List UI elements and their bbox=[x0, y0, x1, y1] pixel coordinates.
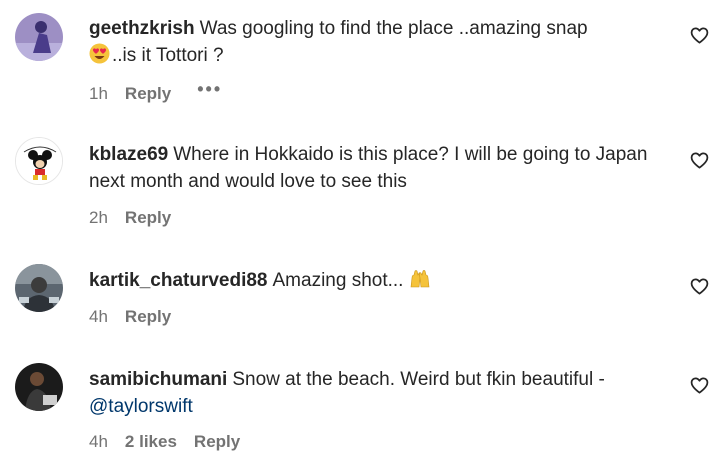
username[interactable]: samibichumani bbox=[89, 369, 227, 390]
reply-button[interactable]: Reply bbox=[125, 208, 171, 228]
heart-outline-icon[interactable] bbox=[690, 151, 709, 170]
comment-meta: 2h Reply bbox=[89, 208, 197, 228]
reply-button[interactable]: Reply bbox=[194, 432, 240, 452]
avatar[interactable] bbox=[15, 264, 63, 312]
comment-content: Where in Hokkaido is this place? I will … bbox=[89, 144, 648, 192]
more-options-icon[interactable]: ••• bbox=[197, 79, 222, 100]
comment-content: Amazing shot... bbox=[272, 270, 404, 291]
comment-text: kartik_chaturvedi88 Amazing shot... bbox=[89, 267, 669, 297]
avatar[interactable] bbox=[15, 13, 63, 61]
username[interactable]: kblaze69 bbox=[89, 144, 168, 165]
timestamp[interactable]: 4h bbox=[89, 432, 108, 452]
heart-outline-icon[interactable] bbox=[690, 277, 709, 296]
comment-text: samibichumani Snow at the beach. Weird bu… bbox=[89, 366, 669, 420]
reply-button[interactable]: Reply bbox=[125, 307, 171, 327]
comment-content: ..is it Tottori ? bbox=[112, 45, 224, 66]
comment-content: Snow at the beach. Weird but fkin beauti… bbox=[232, 369, 605, 390]
username[interactable]: kartik_chaturvedi88 bbox=[89, 270, 268, 291]
mention-link[interactable]: @taylorswift bbox=[89, 396, 193, 417]
comment-meta: 1h Reply ••• bbox=[89, 79, 222, 104]
timestamp[interactable]: 4h bbox=[89, 307, 108, 327]
reply-button[interactable]: Reply bbox=[125, 84, 171, 104]
avatar[interactable] bbox=[15, 137, 63, 185]
heart-eyes-emoji bbox=[89, 43, 110, 72]
comment-meta: 4h Reply bbox=[89, 307, 197, 327]
comment-text: kblaze69 Where in Hokkaido is this place?… bbox=[89, 141, 669, 195]
avatar[interactable] bbox=[15, 363, 63, 411]
likes-count[interactable]: 2 likes bbox=[125, 432, 177, 452]
comment-meta: 4h 2 likes Reply bbox=[89, 432, 266, 452]
heart-outline-icon[interactable] bbox=[690, 376, 709, 395]
comment-text: geethzkrish Was googling to find the plac… bbox=[89, 15, 669, 72]
raising-hands-emoji bbox=[409, 269, 431, 297]
comment-content: Was googling to find the place ..amazing… bbox=[199, 18, 588, 39]
heart-outline-icon[interactable] bbox=[690, 26, 709, 45]
timestamp[interactable]: 2h bbox=[89, 208, 108, 228]
timestamp[interactable]: 1h bbox=[89, 84, 108, 104]
username[interactable]: geethzkrish bbox=[89, 18, 195, 39]
